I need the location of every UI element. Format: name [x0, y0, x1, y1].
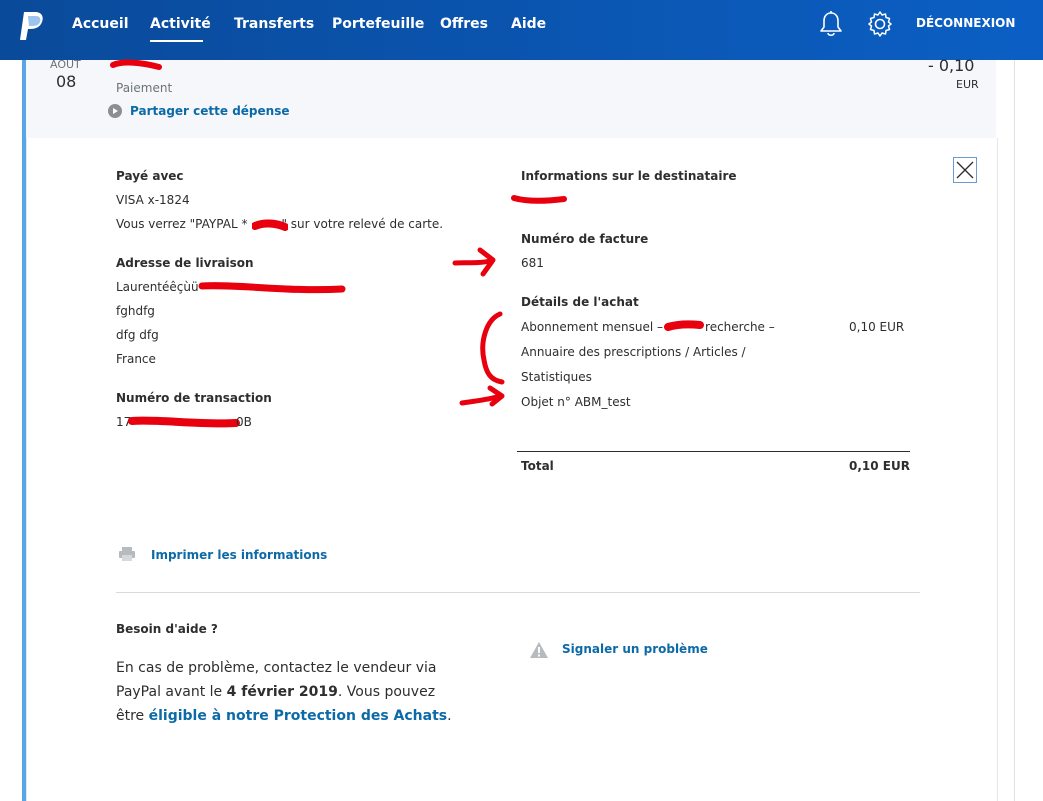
total-divider [517, 451, 910, 452]
transaction-day: 08 [56, 72, 77, 91]
total-value: 0,10 EUR [849, 459, 910, 473]
nav-item-transferts[interactable]: Transferts [234, 14, 314, 34]
merchant-name-redaction [110, 59, 162, 70]
nav-item-activite[interactable]: Activité [150, 14, 211, 34]
transaction-amount: - 0,10 [928, 56, 975, 75]
printer-icon[interactable] [118, 546, 136, 562]
shipping-name: Laurentéêçùü [116, 280, 199, 294]
print-details-link[interactable]: Imprimer les informations [151, 548, 327, 562]
nav-item-aide[interactable]: Aide [511, 14, 546, 34]
purchase-details-label: Détails de l'achat [521, 295, 639, 309]
total-label: Total [521, 459, 554, 473]
item-line-4: Objet n° ABM_test [521, 395, 631, 409]
transaction-summary-row[interactable] [26, 60, 996, 139]
top-navigation-bar: Accueil Activité Transferts Portefeuille… [0, 0, 1043, 60]
invoice-number: 681 [521, 256, 544, 270]
settings-gear-icon[interactable] [866, 10, 894, 38]
logout-button[interactable]: DÉCONNEXION [916, 16, 1015, 30]
item-line-3: Statistiques [521, 370, 592, 384]
invoice-arrow-annotation [452, 247, 496, 277]
purchase-protection-link[interactable]: éligible à notre Protection des Achats [149, 708, 448, 724]
close-icon [956, 161, 974, 179]
deadline-date: 4 février 2019 [226, 684, 338, 700]
transaction-currency: EUR [956, 78, 979, 91]
transaction-id-label: Numéro de transaction [116, 391, 272, 405]
close-details-button[interactable] [953, 157, 977, 183]
recipient-redaction [511, 195, 567, 204]
nav-item-portefeuille[interactable]: Portefeuille [332, 14, 424, 34]
shipping-line-3: dfg dfg [116, 328, 159, 342]
share-expense-link[interactable]: Partager cette dépense [130, 104, 289, 118]
shipping-country: France [116, 352, 156, 366]
invoice-number-label: Numéro de facture [521, 232, 649, 246]
item-line-1: Abonnement mensuel – recherche – [521, 320, 775, 334]
transaction-id-redaction [128, 416, 240, 428]
statement-redaction [252, 219, 288, 231]
shipping-address-label: Adresse de livraison [116, 256, 254, 270]
shipping-line-2: fghdfg [116, 304, 155, 318]
nav-item-offres[interactable]: Offres [440, 14, 488, 34]
transaction-type: Paiement [116, 81, 173, 95]
help-title: Besoin d'aide ? [116, 622, 218, 636]
purchase-bracket-annotation [459, 311, 505, 407]
payment-card: VISA x-1824 [116, 193, 190, 207]
notification-bell-icon[interactable] [818, 10, 844, 38]
report-problem-link[interactable]: Signaler un problème [562, 642, 708, 656]
transaction-id-end: 0B [236, 415, 252, 429]
active-tab-indicator [150, 40, 203, 42]
warning-triangle-icon[interactable] [529, 641, 549, 659]
item-line-2: Annuaire des prescriptions / Articles / [521, 345, 746, 359]
section-divider [116, 592, 920, 593]
transaction-month: AOUT [50, 58, 81, 71]
item-name-redaction [664, 320, 704, 331]
recipient-info-label: Informations sur le destinataire [521, 169, 737, 183]
share-arrow-icon[interactable] [108, 104, 122, 118]
paypal-logo-icon[interactable] [18, 10, 46, 42]
help-text: En cas de problème, contactez le vendeur… [116, 660, 452, 724]
scrollbar-track[interactable] [1014, 60, 1015, 801]
paid-with-label: Payé avec [116, 169, 184, 183]
shipping-name-redaction [198, 282, 346, 294]
nav-item-accueil[interactable]: Accueil [72, 14, 129, 34]
item-price: 0,10 EUR [849, 320, 905, 334]
